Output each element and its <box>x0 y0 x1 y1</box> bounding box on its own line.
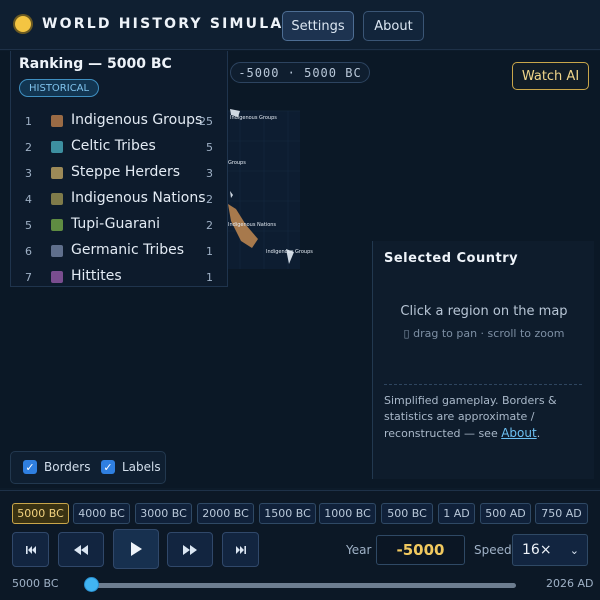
about-link[interactable]: About <box>501 426 536 440</box>
color-swatch <box>51 271 63 283</box>
note-suffix: . <box>536 427 541 440</box>
color-swatch <box>51 115 63 127</box>
range-end-label: 2026 AD <box>546 577 594 590</box>
ranking-row[interactable]: 5 Tupi-Guarani 2 <box>11 213 229 239</box>
year-label: Year <box>346 543 372 557</box>
selected-country-panel: Selected Country Click a region on the m… <box>372 241 594 479</box>
era-button[interactable]: 4000 BC <box>73 503 130 524</box>
labels-checkbox[interactable]: ✓ <box>101 460 115 474</box>
era-button[interactable]: 500 BC <box>381 503 433 524</box>
top-bar: WORLD HISTORY SIMULATOR Settings About <box>0 0 600 50</box>
speed-value: 16× <box>522 542 552 558</box>
era-button[interactable]: 1000 BC <box>319 503 376 524</box>
chevron-down-icon: ⌄ <box>569 544 579 557</box>
map-toggles: ✓ Borders ✓ Labels <box>10 451 166 484</box>
rank-number: 4 <box>25 193 32 206</box>
rewind-button[interactable] <box>58 532 104 567</box>
skip-start-icon <box>25 545 36 554</box>
ranking-row[interactable]: 3 Steppe Herders 3 <box>11 161 229 187</box>
borders-label: Borders <box>44 460 91 474</box>
color-swatch <box>51 219 63 231</box>
rank-number: 6 <box>25 245 32 258</box>
era-button[interactable]: 500 AD <box>480 503 531 524</box>
era-button[interactable]: 5000 BC <box>12 503 69 524</box>
settings-button[interactable]: Settings <box>282 11 354 41</box>
color-swatch <box>51 141 63 153</box>
rank-count: 5 <box>206 141 213 154</box>
rank-count: 1 <box>206 245 213 258</box>
rank-count: 2 <box>206 219 213 232</box>
skip-to-end-button[interactable] <box>222 532 259 567</box>
selected-country-title: Selected Country <box>384 251 519 266</box>
skip-to-start-button[interactable] <box>12 532 49 567</box>
ranking-panel: Ranking — 5000 BC HISTORICAL 1 Indigenous… <box>10 51 228 287</box>
color-swatch <box>51 167 63 179</box>
rank-name: Tupi-Guarani <box>71 216 161 232</box>
map-label: Indigenous Groups <box>266 249 313 255</box>
era-button[interactable]: 1 AD <box>438 503 475 524</box>
color-swatch <box>51 245 63 257</box>
watch-ai-button[interactable]: Watch AI <box>512 62 589 90</box>
era-button[interactable]: 3000 BC <box>135 503 192 524</box>
ranking-row[interactable]: 1 Indigenous Groups 25 <box>11 109 229 135</box>
play-button[interactable] <box>113 529 159 569</box>
rank-count: 2 <box>206 193 213 206</box>
rank-number: 1 <box>25 115 32 128</box>
about-button[interactable]: About <box>363 11 424 41</box>
rank-number: 3 <box>25 167 32 180</box>
ranking-row[interactable]: 7 Hittites 1 <box>11 265 229 291</box>
ranking-title: Ranking — 5000 BC <box>19 56 172 72</box>
timeline-slider-thumb[interactable] <box>84 577 99 592</box>
ranking-list: 1 Indigenous Groups 25 2 Celtic Tribes 5 3 Step… <box>11 109 229 291</box>
ranking-row[interactable]: 6 Germanic Tribes 1 <box>11 239 229 265</box>
era-button[interactable]: 2000 BC <box>197 503 254 524</box>
rank-name: Indigenous Nations <box>71 190 206 206</box>
pan-zoom-hint: ▯ drag to pan · scroll to zoom <box>403 327 565 340</box>
map-label: Indigenous Nations <box>228 222 277 228</box>
era-button[interactable]: 750 AD <box>535 503 588 524</box>
map-label: Groups <box>228 160 246 166</box>
era-button[interactable]: 1500 BC <box>259 503 316 524</box>
logo-sun-icon <box>15 16 31 32</box>
play-icon <box>131 542 142 556</box>
rank-number: 7 <box>25 271 32 284</box>
rank-name: Hittites <box>71 268 122 284</box>
rank-count: 3 <box>206 167 213 180</box>
rank-number: 2 <box>25 141 32 154</box>
ranking-row[interactable]: 2 Celtic Tribes 5 <box>11 135 229 161</box>
rank-count: 25 <box>199 115 213 128</box>
selected-hint: Click a region on the map <box>400 304 568 319</box>
rank-name: Germanic Tribes <box>71 242 185 258</box>
range-start-label: 5000 BC <box>12 577 59 590</box>
skip-end-icon <box>235 545 246 554</box>
fast-forward-icon <box>183 544 197 555</box>
fast-forward-button[interactable] <box>167 532 213 567</box>
era-range-indicator: -5000 · 5000 BC <box>230 62 370 83</box>
timeline-controls: 5000 BC 4000 BC 3000 BC 2000 BC 1500 BC 1000 … <box>0 490 600 600</box>
rewind-icon <box>74 544 88 555</box>
divider <box>384 384 582 385</box>
historical-badge: HISTORICAL <box>19 79 100 97</box>
labels-toggle[interactable]: ✓ Labels <box>101 460 161 474</box>
labels-label: Labels <box>122 460 161 474</box>
rank-name: Celtic Tribes <box>71 138 156 154</box>
rank-name: Indigenous Groups <box>71 112 203 128</box>
borders-toggle[interactable]: ✓ Borders <box>23 460 90 474</box>
map-label: Indigenous Groups <box>230 115 277 121</box>
rank-name: Steppe Herders <box>71 164 181 180</box>
speed-label: Speed <box>474 543 512 557</box>
map-ocean-region <box>228 111 300 269</box>
year-input[interactable]: -5000 <box>376 535 465 565</box>
rank-count: 1 <box>206 271 213 284</box>
ranking-row[interactable]: 4 Indigenous Nations 2 <box>11 187 229 213</box>
speed-select[interactable]: 16× ⌄ <box>512 534 588 566</box>
rank-number: 5 <box>25 219 32 232</box>
borders-checkbox[interactable]: ✓ <box>23 460 37 474</box>
gameplay-note: Simplified gameplay. Borders & statistic… <box>384 393 584 442</box>
app-title: WORLD HISTORY SIMULATOR <box>42 16 322 32</box>
color-swatch <box>51 193 63 205</box>
timeline-slider-track[interactable] <box>90 583 516 588</box>
